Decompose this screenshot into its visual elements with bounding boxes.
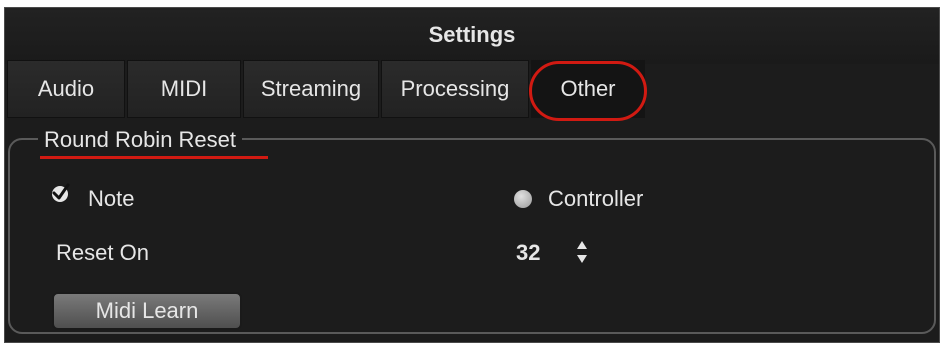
tab-other[interactable]: Other bbox=[531, 60, 645, 118]
midi-learn-button[interactable]: Midi Learn bbox=[52, 292, 242, 330]
note-checkbox[interactable] bbox=[52, 183, 70, 202]
note-label: Note bbox=[88, 186, 135, 211]
controller-radio[interactable] bbox=[514, 190, 532, 208]
group-title: Round Robin Reset bbox=[38, 127, 243, 153]
tab-midi[interactable]: MIDI bbox=[127, 60, 241, 118]
tab-streaming[interactable]: Streaming bbox=[243, 60, 379, 118]
tab-processing[interactable]: Processing bbox=[381, 60, 529, 118]
title-bar: Settings bbox=[5, 8, 939, 64]
tab-audio[interactable]: Audio bbox=[7, 60, 125, 118]
checkmark-icon bbox=[52, 183, 70, 200]
window-title: Settings bbox=[428, 22, 516, 47]
reset-on-label: Reset On bbox=[56, 240, 149, 265]
controller-label: Controller bbox=[548, 186, 644, 211]
group-title-underline bbox=[40, 156, 268, 159]
reset-on-value[interactable]: 32 bbox=[516, 240, 540, 266]
stepper-icon[interactable] bbox=[575, 239, 589, 265]
